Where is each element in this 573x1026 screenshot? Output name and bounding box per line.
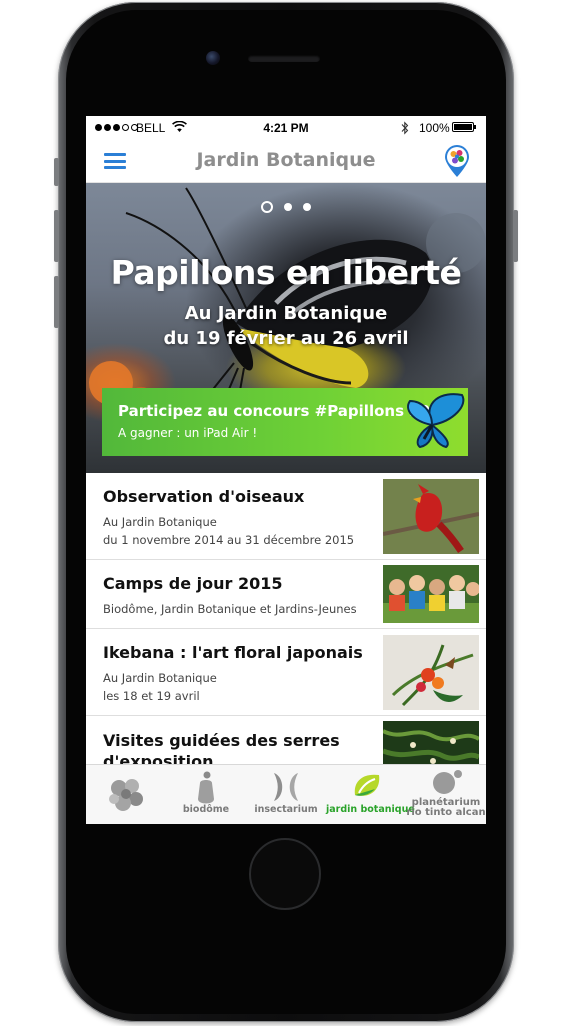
hero-subtitle-line2: du 19 février au 26 avril [163, 328, 409, 349]
power-button [513, 210, 518, 262]
tab-jardin-botanique[interactable]: jardin botanique [326, 765, 415, 824]
bluetooth-icon [401, 121, 409, 135]
home-button[interactable] [249, 838, 321, 910]
hero-subtitle-line1: Au Jardin Botanique [184, 303, 388, 324]
ikebana-flowers-thumbnail [383, 635, 479, 710]
page-title: Jardin Botanique [196, 149, 376, 171]
tab-insectarium[interactable]: insectarium [246, 765, 326, 824]
event-title: Ikebana : l'art floral japonais [103, 643, 363, 662]
nav-bar: Jardin Botanique [86, 140, 486, 183]
pager-dot-1[interactable] [261, 201, 273, 213]
tab-label: jardin botanique [326, 804, 415, 815]
espace-pour-la-vie-icon [109, 779, 143, 811]
event-item-camps-de-jour[interactable]: Camps de jour 2015 Biodôme, Jardin Botan… [86, 560, 486, 629]
event-location: Biodôme, Jardin Botanique et Jardins-Jeu… [103, 602, 357, 616]
promo-subtitle: A gagner : un iPad Air ! [118, 426, 258, 440]
carousel-pager [86, 201, 486, 213]
jardin-botanique-icon [354, 774, 380, 796]
event-location: Au Jardin Botanique [103, 671, 217, 685]
earpiece-speaker [248, 55, 320, 62]
event-item-ikebana[interactable]: Ikebana : l'art floral japonais Au Jardi… [86, 629, 486, 716]
hero-banner[interactable]: Papillons en liberté Au Jardin Botanique… [86, 183, 486, 473]
cardinal-bird-thumbnail [383, 479, 479, 554]
event-title: Camps de jour 2015 [103, 574, 283, 593]
location-pin-icon[interactable] [443, 144, 471, 178]
tab-label: insectarium [254, 804, 318, 815]
pager-dot-2[interactable] [284, 203, 292, 211]
event-list: Observation d'oiseaux Au Jardin Botaniqu… [86, 473, 486, 777]
event-title: Observation d'oiseaux [103, 487, 305, 506]
bottom-tab-bar: biodôme insectarium jardin botanique pla… [86, 764, 486, 824]
contest-promo-banner[interactable]: Participez au concours #Papillons 2015 A… [102, 388, 468, 456]
tab-espace-pour-la-vie[interactable] [86, 765, 166, 824]
pager-dot-3[interactable] [303, 203, 311, 211]
planetarium-icon [433, 770, 462, 794]
kids-camp-thumbnail [383, 565, 479, 623]
insectarium-icon [274, 773, 298, 801]
tab-label-line2: rio tinto alcan [406, 807, 486, 818]
event-location: Au Jardin Botanique [103, 515, 217, 529]
tab-planetarium[interactable]: planétarium rio tinto alcan [406, 765, 486, 824]
tab-biodome[interactable]: biodôme [166, 765, 246, 824]
hero-title: Papillons en liberté [110, 253, 462, 292]
mute-switch [54, 158, 59, 186]
app-screen: BELL 4:21 PM 100% Jardin Botanique Papil… [86, 116, 486, 824]
event-dates: les 18 et 19 avril [103, 689, 200, 703]
front-camera [206, 51, 220, 65]
blue-butterfly-icon [407, 393, 465, 449]
biodome-icon [198, 771, 214, 804]
volume-up-button [54, 210, 59, 262]
event-dates: du 1 novembre 2014 au 31 décembre 2015 [103, 533, 355, 547]
tab-label: planétarium rio tinto alcan [406, 798, 486, 818]
battery-icon [452, 122, 476, 132]
volume-down-button [54, 276, 59, 328]
hero-subtitle: Au Jardin Botanique du 19 février au 26 … [86, 301, 486, 351]
event-item-observation-oiseaux[interactable]: Observation d'oiseaux Au Jardin Botaniqu… [86, 473, 486, 560]
battery-percentage: 100% [419, 121, 450, 135]
status-bar: BELL 4:21 PM 100% [86, 116, 486, 140]
tab-label: biodôme [182, 804, 230, 815]
